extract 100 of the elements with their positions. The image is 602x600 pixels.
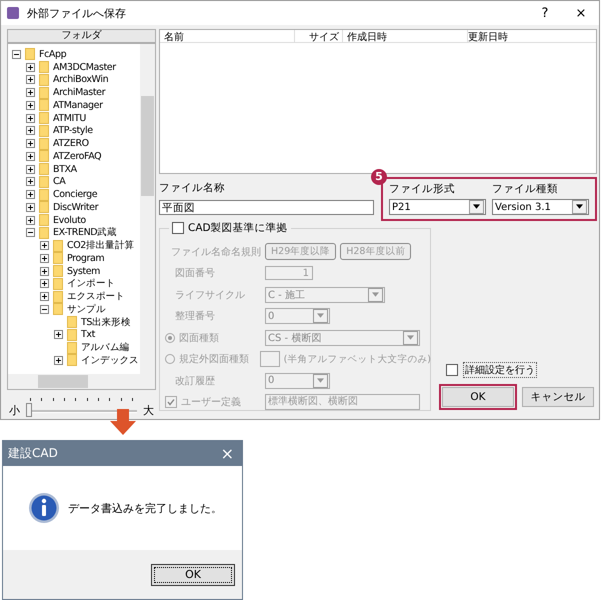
ok-button[interactable]: OK [151,564,235,586]
folder-icon [39,138,49,150]
folder-icon [39,201,49,214]
expand-icon[interactable] [26,139,35,148]
expand-icon[interactable] [26,100,35,110]
tree-item[interactable]: ATMITU [53,112,86,124]
field-label: 規定外図面種類 [179,352,249,366]
folder-icon [39,163,49,176]
radio-button[interactable] [165,354,175,364]
cancel-button[interactable]: キャンセル [522,387,594,407]
input-field[interactable]: 平面図 [159,200,374,215]
tree-item[interactable]: インポート [67,277,116,290]
dropdown-arrow-icon [576,204,583,209]
expand-icon[interactable] [26,216,35,225]
message-text: データ書込みを完了しました。 [68,500,222,516]
checkbox-label: CAD製図基準に準拠 [188,221,288,235]
tree-item[interactable]: サンプル [67,302,106,316]
expand-icon[interactable] [54,356,63,365]
dropdown-arrow-icon [407,334,414,340]
tree-item[interactable]: ArchiBoxWin [53,74,108,86]
tree-item[interactable]: Evoluto [53,214,86,226]
radio-button[interactable] [165,332,175,343]
collapse-icon[interactable] [12,50,21,59]
input-field[interactable] [260,351,280,368]
folder-icon [39,214,49,226]
folder-icon [53,265,63,278]
tree-item[interactable]: ATZeroFAQ [53,150,102,162]
expand-icon[interactable] [54,330,63,340]
field-label: ライフサイクル [175,288,245,302]
expand-icon[interactable] [26,126,35,136]
collapse-icon[interactable] [40,304,49,314]
tree-item[interactable]: TS出来形検 [81,316,130,329]
folder-icon [39,61,49,74]
format-dropdown[interactable]: P21 [389,199,486,215]
folder-icon [39,99,49,112]
collapse-icon[interactable] [26,228,35,238]
column-header[interactable]: 作成日時 [343,30,468,42]
folder-icon [39,86,49,99]
folder-icon [53,240,63,252]
ok-button[interactable]: OK [442,387,514,407]
checkbox[interactable] [165,396,177,408]
hint-text: (半角アルファベット大文字のみ) [284,352,431,366]
folder-icon [39,150,49,162]
checkbox[interactable] [446,364,458,376]
expand-icon[interactable] [40,254,49,263]
tree-item[interactable]: ATP-style [53,125,93,136]
column-header[interactable]: サイズ [295,30,343,42]
tree-item[interactable]: アルバム編 [81,341,130,354]
tree-item[interactable]: DiscWriter [53,202,98,213]
expand-icon[interactable] [26,152,35,161]
checkbox[interactable] [172,222,184,234]
folder-icon [39,226,49,239]
tree-item[interactable]: Concierge [53,189,98,200]
tree-item[interactable]: AM3DCMaster [53,62,116,73]
tree-item[interactable]: ATManager [53,100,103,111]
expand-icon[interactable] [26,202,35,212]
expand-icon[interactable] [40,292,49,302]
horizontal-scrollbar[interactable] [8,374,155,389]
window-title: 外部ファイルへ保存 [27,6,127,20]
tree-item[interactable]: Program [67,252,104,264]
expand-icon[interactable] [40,266,49,276]
dropdown-arrow-icon [473,204,480,209]
tree-item[interactable]: EX-TREND武蔵 [53,226,116,240]
tree-item[interactable]: BTXA [53,164,77,175]
type-dropdown[interactable]: Version 3.1 [492,199,589,215]
folder-icon [39,188,49,201]
folder-icon [53,290,63,303]
tree-item[interactable]: ArchiMaster [53,87,106,98]
field-label: ファイル種類 [492,182,559,196]
folder-icon [39,176,49,188]
vertical-scrollbar[interactable] [140,44,155,374]
expand-icon[interactable] [26,75,35,84]
close-button[interactable]: × [563,6,599,20]
tree-item[interactable]: エクスポート [67,290,125,304]
expand-icon[interactable] [26,164,35,174]
tree-item[interactable]: CO2排出量計算 [67,239,134,252]
expand-icon[interactable] [26,190,35,200]
expand-icon[interactable] [26,88,35,98]
close-button[interactable]: × [220,444,234,463]
small-label: 小 [9,403,20,418]
tree-item[interactable]: Txt [81,329,95,340]
tree-item[interactable]: FcApp [39,48,66,60]
expand-icon[interactable] [26,114,35,123]
column-header[interactable]: 名前 [160,30,295,42]
tree-item[interactable]: CA [53,176,66,188]
field-label: ファイル名称 [159,181,226,195]
column-header[interactable]: 更新日時 [468,30,596,42]
tree-item[interactable]: System [67,266,100,277]
field-label: ユーザー定義 [181,396,241,410]
tree-item[interactable]: インデックス [81,354,139,367]
expand-icon[interactable] [40,241,49,250]
tree-item[interactable]: ATZERO [53,138,89,150]
expand-icon[interactable] [26,62,35,72]
folder-icon [67,354,77,366]
expand-icon[interactable] [26,177,35,186]
help-button[interactable]: ? [527,6,563,20]
folder-icon [67,328,77,341]
folder-icon [39,74,49,86]
expand-icon[interactable] [40,279,49,288]
folder-icon [39,112,49,124]
